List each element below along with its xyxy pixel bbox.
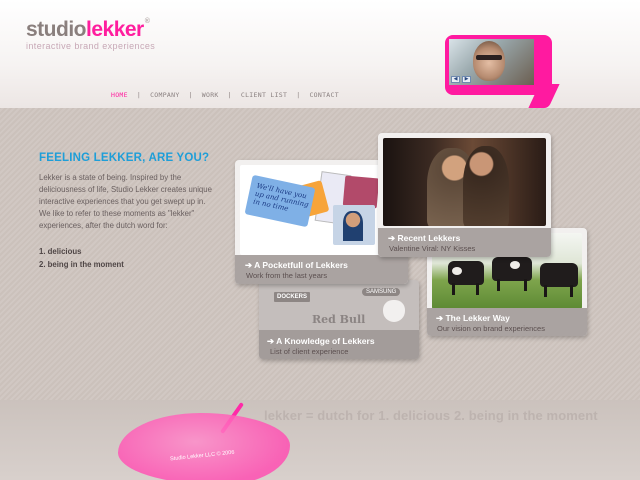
studio-lekker-logo[interactable]: studiolekker® xyxy=(26,18,150,42)
pink-blob-decoration xyxy=(118,413,290,480)
footer-slogan: lekker = dutch for 1. delicious 2. being… xyxy=(264,408,598,423)
video-person-glasses xyxy=(476,55,502,60)
dockers-logo: DOCKERS xyxy=(274,292,311,302)
nav-separator: | xyxy=(188,91,193,99)
apple-logo-icon xyxy=(383,300,405,322)
intro-title: FEELING LEKKER, ARE YOU? xyxy=(39,152,210,164)
card-subtitle: Valentine Viral: NY Kisses xyxy=(389,244,476,253)
nav-client-list[interactable]: CLIENT LIST xyxy=(241,91,287,99)
card-subtitle: List of client experience xyxy=(270,347,349,356)
logo-registered: ® xyxy=(144,18,150,25)
tagline: interactive brand experiences xyxy=(26,41,156,51)
business-card-image: We'll have you up and running in no time xyxy=(244,174,316,228)
logo-lekker: lekker xyxy=(86,18,144,41)
cow-image xyxy=(448,261,484,295)
samsung-logo: SAMSUNG xyxy=(362,288,401,296)
nav-separator: | xyxy=(136,91,142,99)
card-title[interactable]: ➔ Recent Lekkers xyxy=(388,233,460,244)
card-subtitle: Our vision on brand experiences xyxy=(437,324,545,333)
intro-list-item: 2. being in the moment xyxy=(39,259,124,269)
video-play-button[interactable]: ▶ xyxy=(462,76,471,83)
intro-list-item: 1. delicious xyxy=(39,247,82,256)
card-title[interactable]: ➔ A Pocketfull of Lekkers xyxy=(245,260,348,271)
logo-studio: studio xyxy=(26,18,87,41)
video-controls: ◀ ▶ xyxy=(451,76,471,83)
intro-body: Lekker is a state of being. Inspired by … xyxy=(39,173,212,231)
card-subtitle: Work from the last years xyxy=(246,271,328,280)
card-knowledge-of-lekkers[interactable]: DOCKERS SAMSUNG Red Bull ➔ A Knowledge o… xyxy=(259,280,419,359)
business-card-image xyxy=(342,175,380,209)
nav-work[interactable]: WORK xyxy=(202,91,219,99)
main-nav: HOME | COMPANY | WORK | CLIENT LIST | CO… xyxy=(111,91,339,99)
video-person-face xyxy=(473,41,505,81)
business-card-image xyxy=(333,205,375,245)
nav-home[interactable]: HOME xyxy=(111,91,128,99)
nav-separator: | xyxy=(296,91,301,99)
cow-image xyxy=(540,263,578,297)
card-title[interactable]: ➔ A Knowledge of Lekkers xyxy=(267,336,375,347)
cow-image xyxy=(492,257,532,291)
client-logos: DOCKERS SAMSUNG Red Bull xyxy=(267,284,411,328)
nav-contact[interactable]: CONTACT xyxy=(309,91,339,99)
nav-separator: | xyxy=(227,91,232,99)
ny-kisses-thumbnail xyxy=(383,138,546,226)
video-rewind-button[interactable]: ◀ xyxy=(451,76,460,83)
card-recent-lekkers[interactable]: ➔ Recent Lekkers Valentine Viral: NY Kis… xyxy=(378,133,551,257)
nav-company[interactable]: COMPANY xyxy=(150,91,180,99)
intro-list: 1. delicious 2. being in the moment xyxy=(39,246,124,271)
couple-image xyxy=(463,146,509,226)
card-title[interactable]: ➔ The Lekker Way xyxy=(436,313,510,324)
redbull-logo: Red Bull xyxy=(312,313,366,326)
